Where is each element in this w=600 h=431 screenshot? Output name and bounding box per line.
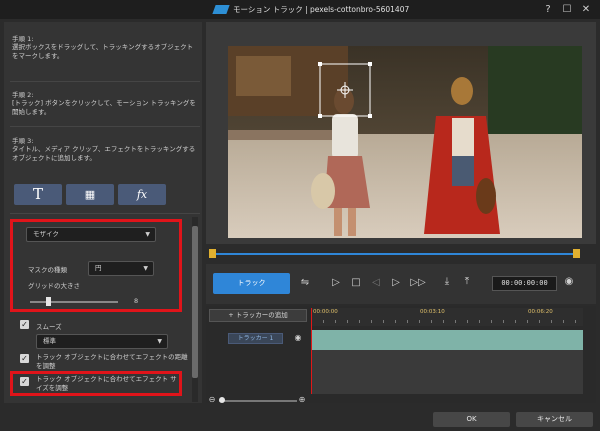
adjust-distance-checkbox[interactable]: ✓	[20, 354, 29, 363]
tick-label: 00:03:10	[420, 309, 445, 315]
eye-icon[interactable]: ◉	[562, 276, 576, 287]
ok-button[interactable]: OK	[433, 412, 510, 427]
divider	[10, 81, 200, 82]
help-button[interactable]: ?	[541, 3, 555, 16]
fast-forward-icon[interactable]: ▷▷	[410, 277, 426, 288]
scrub-end-handle[interactable]	[573, 249, 580, 258]
adjust-size-checkbox[interactable]: ✓	[20, 377, 29, 386]
step-1-title: 手順 1:	[12, 35, 34, 43]
horizontal-scrollbar[interactable]	[311, 396, 583, 402]
timecode-display[interactable]: 00:00:00:00	[492, 276, 557, 291]
track-settings-icon[interactable]: ⇋	[298, 277, 312, 288]
grid-size-value: 8	[134, 297, 139, 305]
video-frame[interactable]	[228, 46, 582, 238]
video-frame-image	[228, 46, 582, 238]
zoom-slider[interactable]	[219, 400, 297, 402]
zoom-out-icon[interactable]: ⊖	[207, 395, 217, 404]
step-1-desc: 選択ボックスをドラッグして、トラッキングするオブジェクトをマークします。	[12, 43, 194, 60]
window-title: モーション トラック | pexels-cottonbro-5601407	[233, 5, 410, 14]
zoom-in-icon[interactable]: ⊕	[297, 395, 307, 404]
smooth-label: スムーズ	[36, 323, 62, 331]
chevron-down-icon: ▼	[145, 231, 150, 238]
smooth-level-value: 標準	[43, 337, 56, 345]
step-3-title: 手順 3:	[12, 137, 34, 145]
add-media-button[interactable]: ▦	[66, 184, 114, 205]
chevron-down-icon: ▼	[143, 265, 148, 272]
mask-type-value: 円	[95, 264, 102, 272]
add-title-button[interactable]: T	[14, 184, 62, 205]
eye-icon[interactable]: ◉	[292, 333, 304, 342]
divider	[10, 126, 200, 127]
adjust-distance-label: トラック オブジェクトに合わせてエフェクトの距離を調整	[36, 353, 188, 370]
set-in-icon[interactable]: ⤓	[440, 276, 454, 287]
plus-icon: +	[228, 311, 234, 319]
scrollbar-thumb[interactable]	[192, 226, 198, 378]
adjust-size-label: トラック オブジェクトに合わせてエフェクト サイズを調整	[36, 375, 177, 392]
next-frame-icon[interactable]: ▷	[390, 277, 402, 288]
ruler-ticks	[311, 320, 583, 323]
close-button[interactable]: ✕	[579, 3, 593, 16]
scrub-bar[interactable]	[212, 253, 578, 255]
maximize-button[interactable]: ☐	[560, 3, 574, 16]
cancel-button[interactable]: キャンセル	[516, 412, 593, 427]
mask-type-label: マスクの種類	[28, 266, 67, 274]
previous-frame-icon[interactable]: ◁	[370, 277, 382, 288]
step-2-title: 手順 2:	[12, 91, 34, 99]
effect-type-value: モザイク	[33, 230, 59, 238]
step-3-desc: タイトル、メディア クリップ、エフェクトをトラッキングするオブジェクトに追加しま…	[12, 145, 196, 162]
stop-icon[interactable]: □	[350, 277, 362, 288]
chevron-down-icon: ▼	[157, 338, 162, 345]
track-button[interactable]: トラック	[213, 273, 290, 294]
set-out-icon[interactable]: ⤒	[460, 276, 474, 287]
add-tracker-label: トラッカーの追加	[235, 311, 288, 319]
add-tracker-button[interactable]: + トラッカーの追加	[209, 309, 307, 322]
effect-type-dropdown[interactable]: モザイク ▼	[26, 227, 156, 242]
grid-size-slider-thumb[interactable]	[45, 297, 51, 306]
timeline-track-area	[312, 350, 583, 394]
grid-size-slider[interactable]	[30, 301, 118, 303]
tick-label: 00:06:20	[528, 309, 553, 315]
zoom-slider-thumb[interactable]	[219, 397, 225, 403]
play-icon[interactable]: ▷	[330, 277, 342, 288]
add-effect-button[interactable]: fx	[118, 184, 166, 205]
smooth-level-dropdown[interactable]: 標準 ▼	[36, 334, 168, 349]
scrub-handle[interactable]	[209, 249, 216, 258]
grid-size-label: グリッドの大きさ	[28, 282, 80, 290]
divider	[10, 213, 200, 214]
mask-type-dropdown[interactable]: 円 ▼	[88, 261, 154, 276]
smooth-checkbox[interactable]: ✓	[20, 320, 29, 329]
tracker-name-tag[interactable]: トラッカー 1	[228, 333, 283, 344]
tick-label: 00:00:00	[313, 309, 338, 315]
step-2-desc: [トラック] ボタンをクリックして、モーション トラッキングを開始します。	[12, 99, 196, 116]
tracker-clip[interactable]	[312, 330, 583, 350]
